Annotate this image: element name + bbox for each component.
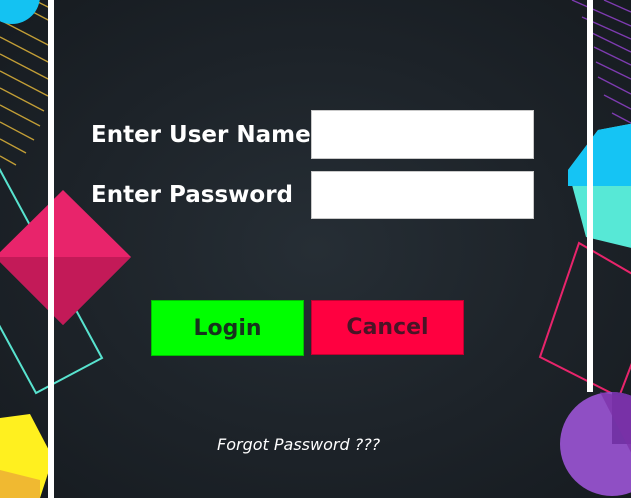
login-button[interactable]: Login [151, 300, 304, 356]
pink-outline-square-icon [538, 241, 631, 399]
left-vertical-bar [48, 0, 54, 498]
login-window: Enter User Name Enter Password Login Can… [0, 0, 631, 498]
password-input[interactable] [311, 171, 534, 219]
cyan-circle-icon [0, 0, 40, 24]
right-vertical-bar [587, 0, 593, 392]
background-decorations [0, 0, 631, 498]
username-label: Enter User Name [91, 122, 311, 148]
purple-circle-icon [560, 392, 631, 496]
yellow-hatch-lines-icon [0, 0, 53, 166]
pink-diamond-icon [0, 190, 131, 325]
username-input[interactable] [311, 110, 534, 159]
yellow-hexagon-icon [0, 414, 53, 498]
cyan-hexagon-icon [568, 123, 631, 248]
forgot-password-link[interactable]: Forgot Password ??? [217, 434, 380, 456]
password-label: Enter Password [91, 182, 294, 208]
purple-hatch-lines-icon [571, 0, 631, 124]
cancel-button[interactable]: Cancel [311, 300, 464, 355]
